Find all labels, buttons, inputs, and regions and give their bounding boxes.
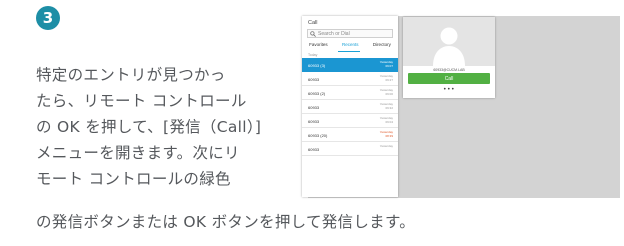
contact-card: 60933@CUCM.LAB Call ••• — [403, 17, 495, 98]
tab-directory[interactable]: Directory — [373, 42, 391, 51]
recent-entry-time: Yesterday 09:04 — [379, 116, 393, 124]
recent-entry-time: Yesterday 09:27 — [379, 74, 393, 82]
recent-entry-name: 60933 — [308, 77, 320, 82]
active-tab-indicator — [338, 51, 360, 52]
call-panel-title: Call — [308, 20, 318, 26]
recent-entry-time: Yesterday 09:32 — [379, 102, 393, 110]
recent-entry-time: Yesterday 09:00 — [379, 88, 393, 96]
instruction-line-4: メニューを開きます。次にリ — [36, 144, 240, 162]
tab-favorites[interactable]: Favorites — [309, 42, 328, 51]
search-icon — [310, 30, 316, 37]
recent-entry-selected[interactable]: 60933 (3) Yesterday 09:07 — [302, 58, 398, 72]
person-silhouette-icon — [433, 27, 465, 66]
step-number-badge: 3 — [36, 6, 60, 30]
recent-entry[interactable]: 60933 Yesterday 09:27 — [302, 72, 398, 86]
instruction-line-3: の OK を押して、[発信（Call）] — [36, 118, 262, 136]
recent-entry-time: Yesterday 08:39 — [379, 130, 393, 138]
call-button[interactable]: Call — [408, 73, 490, 84]
contact-number: 60933@CUCM.LAB — [433, 68, 465, 72]
tab-bar: Favorites Recents Directory — [302, 42, 398, 51]
instruction-line-5: モート コントロールの緑色 — [36, 170, 231, 188]
recent-entry[interactable]: 60933 Yesterday — [302, 142, 398, 156]
recent-entry[interactable]: 60933 Yesterday 09:04 — [302, 114, 398, 128]
recent-entry[interactable]: 60933 (2) Yesterday 09:00 — [302, 86, 398, 100]
recent-entry-name: 60933 (2) — [308, 91, 326, 96]
recent-entry-name: 60933 — [308, 147, 320, 152]
recent-entry-name: 60933 (3) — [308, 63, 326, 68]
instruction-line-1: 特定のエントリが見つかっ — [36, 66, 226, 84]
search-placeholder: Search or Dial — [318, 30, 350, 37]
instruction-line-2: たら、リモート コントロール — [36, 92, 247, 110]
search-input[interactable]: Search or Dial — [307, 29, 393, 38]
call-panel: Call Search or Dial Favorites Recents Di… — [302, 16, 398, 197]
recents-list-header: Today — [308, 53, 318, 57]
recent-entry[interactable]: 60933 Yesterday 09:32 — [302, 100, 398, 114]
recent-entry-name: 60933 (20) — [308, 133, 328, 138]
recent-entry-name: 60933 — [308, 105, 320, 110]
recent-entry-missed[interactable]: 60933 (20) Yesterday 08:39 — [302, 128, 398, 142]
recent-entry-name: 60933 — [308, 119, 320, 124]
recent-entry-time: Yesterday — [379, 144, 393, 148]
tab-recents[interactable]: Recents — [342, 42, 359, 51]
avatar — [403, 17, 495, 66]
more-options-icon[interactable]: ••• — [403, 87, 495, 93]
instruction-line-6: の発信ボタンまたは OK ボタンを押して発信します。 — [36, 213, 416, 231]
recent-entry-time: Yesterday 09:07 — [379, 60, 393, 68]
